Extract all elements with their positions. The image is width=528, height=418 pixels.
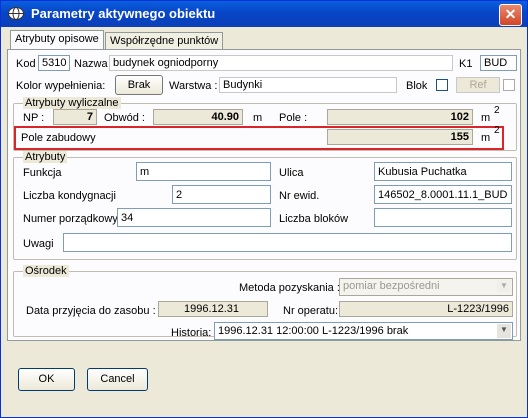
ref-checkbox[interactable] (503, 79, 515, 91)
obwod-label: Obwód : (104, 112, 145, 124)
pole-zabudowy-label: Pole zabudowy (21, 132, 96, 144)
obwod-value: 40.90 (153, 109, 243, 125)
osrodek-group-label: Ośrodek (23, 265, 69, 277)
globe-icon (8, 7, 24, 20)
historia-select[interactable]: 1996.12.31 12:00:00 L-1223/1996 brak ▼ (214, 322, 513, 340)
ref-button[interactable]: Ref (456, 77, 500, 93)
computed-group-label: Atrybuty wyliczalne (23, 97, 121, 109)
nazwa-label: Nazwa (74, 58, 108, 70)
blok-checkbox[interactable] (436, 79, 448, 91)
ulica-field[interactable]: Kubusia Puchatka (374, 162, 512, 181)
ewid-field[interactable]: 146502_8.0001.11.1_BUD (374, 185, 512, 204)
nr-operatu-label: Nr operatu: (283, 305, 339, 317)
dialog-window: Parametry aktywnego obiektu ✕ Atrybuty o… (0, 0, 528, 418)
metoda-value: pomiar bezpośredni (343, 280, 440, 292)
chevron-down-icon: ▼ (497, 324, 511, 338)
chevron-down-icon: ▼ (497, 280, 511, 292)
funkcja-field[interactable]: m (136, 162, 271, 181)
kondygnacje-field[interactable]: 2 (172, 185, 271, 204)
title-bar[interactable]: Parametry aktywnego obiektu ✕ (1, 1, 527, 27)
nr-operatu-value: L-1223/1996 (339, 301, 513, 317)
pole-label: Pole : (279, 112, 308, 124)
pole-zabudowy-unit: m (481, 132, 491, 144)
pole-zabudowy-unit-sup: 2 (494, 125, 500, 136)
k1-field[interactable]: BUD (480, 55, 517, 71)
bloki-label: Liczba bloków (279, 213, 349, 225)
warstwa-label: Warstwa : (169, 80, 218, 92)
uwagi-label: Uwagi (23, 238, 54, 250)
np-label: NP : (23, 112, 45, 124)
metoda-label: Metoda pozyskania : (239, 282, 340, 294)
data-przyjecia-value: 1996.12.31 (158, 301, 268, 317)
pole-unit-sup: 2 (494, 105, 500, 116)
kod-field[interactable]: 5310 (38, 55, 70, 71)
tab-label: Współrzędne punktów (110, 35, 219, 47)
kolor-button[interactable]: Brak (115, 75, 163, 95)
ok-button[interactable]: OK (18, 368, 75, 391)
kondygnacje-label: Liczba kondygnacji (23, 190, 116, 202)
kolor-label: Kolor wypełnienia: (16, 80, 106, 92)
nazwa-field[interactable]: budynek ogniodporny (109, 55, 453, 71)
window-title: Parametry aktywnego obiektu (31, 6, 216, 21)
pole-unit: m (481, 112, 491, 124)
historia-value: 1996.12.31 12:00:00 L-1223/1996 brak (218, 325, 409, 337)
porzadkowy-label: Numer porządkowy (23, 213, 118, 225)
warstwa-field[interactable]: Budynki (219, 77, 397, 93)
attributes-group-label: Atrybuty (23, 151, 68, 163)
tab-label: Atrybuty opisowe (15, 33, 99, 45)
blok-label: Blok (406, 80, 428, 92)
obwod-unit: m (253, 112, 263, 124)
metoda-select[interactable]: pomiar bezpośredni ▼ (339, 278, 513, 296)
np-value: 7 (53, 109, 97, 125)
cancel-button[interactable]: Cancel (87, 368, 148, 391)
k1-label: K1 (459, 58, 473, 70)
pole-zabudowy-value: 155 (327, 129, 473, 145)
uwagi-field[interactable] (63, 233, 512, 252)
kod-label: Kod (16, 58, 36, 70)
porzadkowy-field[interactable]: 34 (117, 208, 271, 227)
pole-value: 102 (327, 109, 473, 125)
funkcja-label: Funkcja (23, 167, 62, 179)
close-button[interactable]: ✕ (499, 4, 522, 26)
bloki-field[interactable] (374, 208, 512, 227)
ewid-label: Nr ewid. (279, 190, 320, 202)
ulica-label: Ulica (279, 167, 304, 179)
historia-label: Historia: (171, 327, 212, 339)
data-przyjecia-label: Data przyjęcia do zasobu : (26, 305, 156, 317)
